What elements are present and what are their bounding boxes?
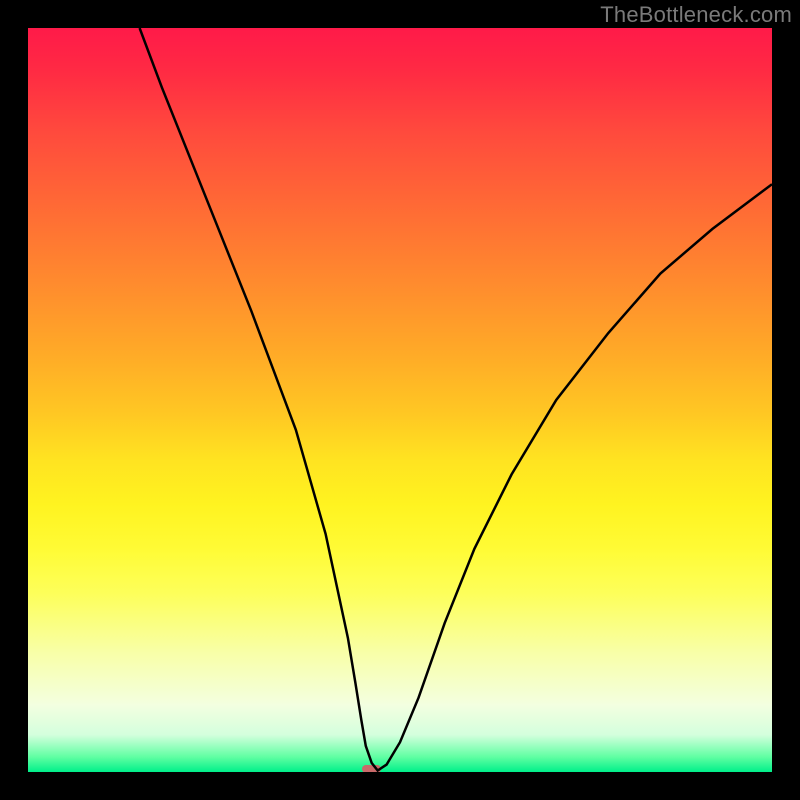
plot-area xyxy=(28,28,772,772)
watermark-text: TheBottleneck.com xyxy=(600,2,792,28)
bottleneck-curve xyxy=(28,28,772,772)
curve-path xyxy=(140,28,772,771)
chart-frame: TheBottleneck.com xyxy=(0,0,800,800)
